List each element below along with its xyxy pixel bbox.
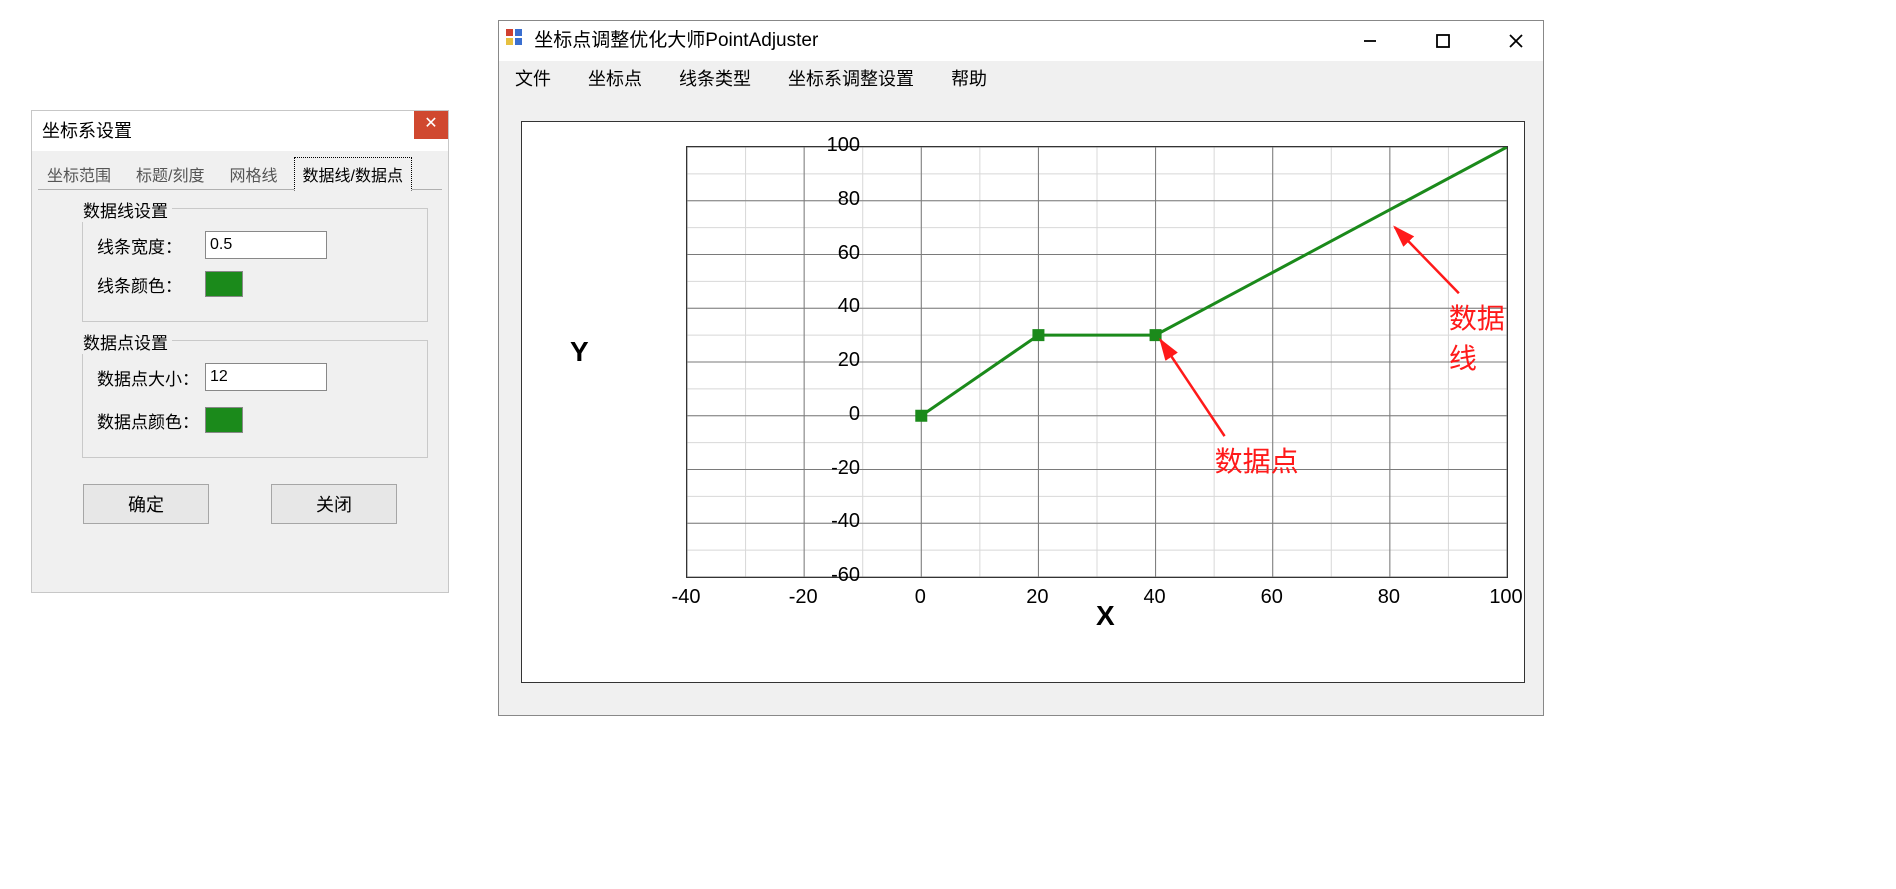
window-close-icon[interactable] bbox=[1499, 29, 1533, 53]
y-tick: 0 bbox=[660, 403, 860, 426]
x-tick: 40 bbox=[1143, 586, 1165, 609]
group-point-title: 数据点设置 bbox=[79, 329, 172, 354]
window-title-text: 坐标点调整优化大师PointAdjuster bbox=[534, 30, 818, 51]
y-tick: -40 bbox=[660, 510, 860, 533]
menubar: 文件 坐标点 线条类型 坐标系调整设置 帮助 bbox=[499, 61, 1543, 97]
x-tick: 60 bbox=[1261, 586, 1283, 609]
point-size-input[interactable] bbox=[205, 363, 327, 391]
line-width-label: 线条宽度： bbox=[97, 233, 205, 258]
line-color-swatch[interactable] bbox=[205, 271, 243, 297]
point-color-swatch[interactable] bbox=[205, 407, 243, 433]
y-tick: -20 bbox=[660, 457, 860, 480]
dialog-title: 坐标系设置 ✕ bbox=[32, 111, 448, 151]
main-window: 坐标点调整优化大师PointAdjuster 文件 坐标点 线条类型 坐标系调整… bbox=[498, 20, 1544, 716]
close-icon[interactable]: ✕ bbox=[414, 111, 448, 139]
tab-bar: 坐标范围 标题/刻度 网格线 数据线/数据点 bbox=[38, 157, 442, 190]
point-color-label: 数据点颜色： bbox=[97, 408, 205, 433]
group-point: 数据点设置 数据点大小： 数据点颜色： bbox=[82, 340, 428, 458]
chart-panel: Y X -60-40-20020406080100-40-20020406080… bbox=[521, 121, 1525, 683]
group-line-title: 数据线设置 bbox=[79, 197, 172, 222]
app-icon bbox=[505, 21, 523, 61]
ok-button[interactable]: 确定 bbox=[83, 484, 209, 524]
minimize-icon[interactable] bbox=[1353, 29, 1387, 53]
y-tick: 40 bbox=[660, 295, 860, 318]
menu-help[interactable]: 帮助 bbox=[951, 69, 987, 89]
line-width-input[interactable] bbox=[205, 231, 327, 259]
y-axis-label: Y bbox=[570, 336, 589, 368]
y-tick: 60 bbox=[660, 242, 860, 265]
dialog-title-text: 坐标系设置 bbox=[42, 121, 132, 141]
maximize-icon[interactable] bbox=[1426, 29, 1460, 53]
menu-point[interactable]: 坐标点 bbox=[588, 69, 642, 89]
close-button[interactable]: 关闭 bbox=[271, 484, 397, 524]
window-title: 坐标点调整优化大师PointAdjuster bbox=[499, 21, 1543, 61]
window-controls bbox=[1353, 21, 1533, 61]
group-line: 数据线设置 线条宽度： 线条颜色： bbox=[82, 208, 428, 322]
y-tick: 100 bbox=[660, 134, 860, 157]
y-tick: -60 bbox=[660, 564, 860, 587]
tab-range[interactable]: 坐标范围 bbox=[38, 157, 120, 191]
line-color-label: 线条颜色： bbox=[97, 272, 205, 297]
menu-axes[interactable]: 坐标系调整设置 bbox=[788, 69, 914, 89]
menu-file[interactable]: 文件 bbox=[515, 69, 551, 89]
y-tick: 80 bbox=[660, 188, 860, 211]
axis-settings-dialog: 坐标系设置 ✕ 坐标范围 标题/刻度 网格线 数据线/数据点 数据线设置 线条宽… bbox=[31, 110, 449, 593]
x-tick: -40 bbox=[672, 586, 701, 609]
x-axis-label: X bbox=[1096, 600, 1115, 632]
x-tick: 20 bbox=[1026, 586, 1048, 609]
menu-line[interactable]: 线条类型 bbox=[679, 69, 751, 89]
tab-data[interactable]: 数据线/数据点 bbox=[294, 157, 412, 191]
x-tick: 0 bbox=[915, 586, 926, 609]
x-tick: -20 bbox=[789, 586, 818, 609]
x-tick: 100 bbox=[1489, 586, 1522, 609]
tab-title[interactable]: 标题/刻度 bbox=[127, 157, 213, 191]
y-tick: 20 bbox=[660, 349, 860, 372]
x-tick: 80 bbox=[1378, 586, 1400, 609]
tab-grid[interactable]: 网格线 bbox=[221, 157, 287, 191]
tab-body: 数据线设置 线条宽度： 线条颜色： 数据点设置 数据点大小： 数据点颜色： 确定 bbox=[52, 208, 428, 524]
point-size-label: 数据点大小： bbox=[97, 365, 205, 390]
